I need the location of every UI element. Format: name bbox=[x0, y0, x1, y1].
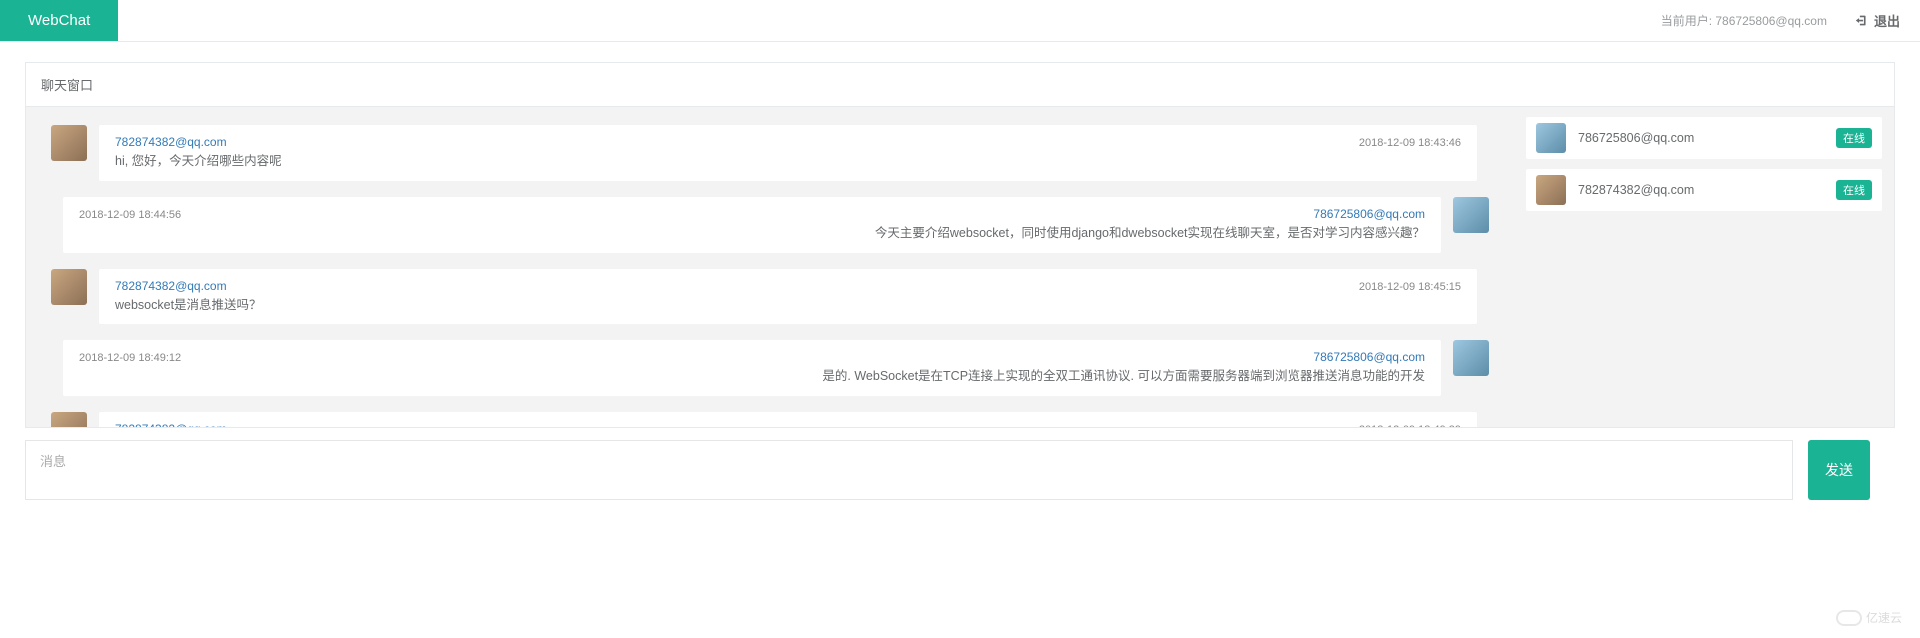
message-timestamp: 2018-12-09 18:44:56 bbox=[79, 209, 181, 221]
logout-icon bbox=[1855, 14, 1868, 27]
message-text: 今天主要介绍websocket，同时使用django和dwebsocket实现在… bbox=[79, 224, 1425, 243]
message-user-link[interactable]: 782874382@qq.com bbox=[115, 135, 227, 149]
chat-message: 786725806@qq.com 2018-12-09 18:49:12 是的. W… bbox=[51, 340, 1489, 396]
chat-message: 782874382@qq.com2018-12-09 18:49:39非常感兴趣… bbox=[51, 412, 1489, 427]
avatar bbox=[51, 125, 87, 161]
user-list-item[interactable]: 782874382@qq.com在线 bbox=[1526, 169, 1882, 211]
chat-message: 786725806@qq.com 2018-12-09 18:44:56 今天主要介… bbox=[51, 197, 1489, 253]
message-user-link[interactable]: 782874382@qq.com bbox=[115, 279, 227, 293]
watermark-text: 亿速云 bbox=[1866, 609, 1902, 626]
status-badge: 在线 bbox=[1836, 128, 1872, 148]
message-input[interactable] bbox=[25, 440, 1793, 500]
chat-message: 782874382@qq.com 2018-12-09 18:45:15 webso… bbox=[51, 269, 1489, 325]
avatar bbox=[51, 269, 87, 305]
message-timestamp: 2018-12-09 18:49:39 bbox=[1359, 424, 1461, 427]
message-header: 782874382@qq.com 2018-12-09 18:49:39 bbox=[115, 422, 1461, 427]
panel-body: 782874382@qq.com 2018-12-09 18:43:46 hi, 您… bbox=[26, 107, 1894, 427]
panel-title: 聊天窗口 bbox=[26, 63, 1894, 107]
send-button[interactable]: 发送 bbox=[1808, 440, 1870, 500]
navbar: WebChat 当前用户: 786725806@qq.com 退出 bbox=[0, 0, 1920, 42]
message-text: 是的. WebSocket是在TCP连接上实现的全双工通讯协议. 可以方面需要服… bbox=[79, 367, 1425, 386]
message-input-row: 发送 bbox=[25, 428, 1895, 500]
logout-button[interactable]: 退出 bbox=[1845, 0, 1920, 41]
online-user-list: 786725806@qq.com在线782874382@qq.com在线 bbox=[1514, 107, 1894, 427]
avatar bbox=[1536, 123, 1566, 153]
message-header: 782874382@qq.com 2018-12-09 18:43:46 bbox=[115, 135, 1461, 149]
current-user-label: 当前用户: 786725806@qq.com bbox=[1643, 0, 1845, 41]
logout-label: 退出 bbox=[1874, 11, 1900, 30]
user-name: 782874382@qq.com bbox=[1578, 183, 1836, 197]
message-bubble: 782874382@qq.com 2018-12-09 18:45:15 webso… bbox=[99, 269, 1477, 325]
avatar bbox=[1453, 340, 1489, 376]
message-bubble: 786725806@qq.com 2018-12-09 18:49:12 是的. W… bbox=[63, 340, 1441, 396]
cloud-icon bbox=[1836, 610, 1862, 626]
message-bubble: 786725806@qq.com 2018-12-09 18:44:56 今天主要介… bbox=[63, 197, 1441, 253]
message-header: 782874382@qq.com 2018-12-09 18:45:15 bbox=[115, 279, 1461, 293]
watermark: 亿速云 bbox=[1836, 609, 1902, 626]
avatar bbox=[1453, 197, 1489, 233]
message-user-link[interactable]: 786725806@qq.com bbox=[1313, 350, 1425, 364]
message-timestamp: 2018-12-09 18:43:46 bbox=[1359, 137, 1461, 149]
message-user-link[interactable]: 786725806@qq.com bbox=[1313, 207, 1425, 221]
chat-message: 782874382@qq.com 2018-12-09 18:43:46 hi, 您… bbox=[51, 125, 1489, 181]
message-bubble: 782874382@qq.com 2018-12-09 18:43:46 hi, 您… bbox=[99, 125, 1477, 181]
message-text: hi, 您好，今天介绍哪些内容呢 bbox=[115, 152, 1461, 171]
status-badge: 在线 bbox=[1836, 180, 1872, 200]
navbar-brand[interactable]: WebChat bbox=[0, 0, 118, 41]
navbar-spacer bbox=[118, 0, 1642, 41]
message-header: 786725806@qq.com 2018-12-09 18:44:56 bbox=[79, 207, 1425, 221]
message-user-link[interactable]: 782874382@qq.com bbox=[115, 422, 227, 427]
message-timestamp: 2018-12-09 18:45:15 bbox=[1359, 281, 1461, 293]
message-timestamp: 2018-12-09 18:49:12 bbox=[79, 352, 181, 364]
avatar bbox=[51, 412, 87, 427]
message-text: websocket是消息推送吗？ bbox=[115, 296, 1461, 315]
message-header: 786725806@qq.com 2018-12-09 18:49:12 bbox=[79, 350, 1425, 364]
user-name: 786725806@qq.com bbox=[1578, 131, 1836, 145]
avatar bbox=[1536, 175, 1566, 205]
chat-scroll-area[interactable]: 782874382@qq.com 2018-12-09 18:43:46 hi, 您… bbox=[26, 107, 1514, 427]
message-bubble: 782874382@qq.com2018-12-09 18:49:39非常感兴趣… bbox=[99, 412, 1477, 427]
chat-panel: 聊天窗口 782874382@qq.com 2018-12-09 18:43:46… bbox=[25, 62, 1895, 428]
user-list-item[interactable]: 786725806@qq.com在线 bbox=[1526, 117, 1882, 159]
main-container: 聊天窗口 782874382@qq.com 2018-12-09 18:43:46… bbox=[0, 42, 1920, 520]
